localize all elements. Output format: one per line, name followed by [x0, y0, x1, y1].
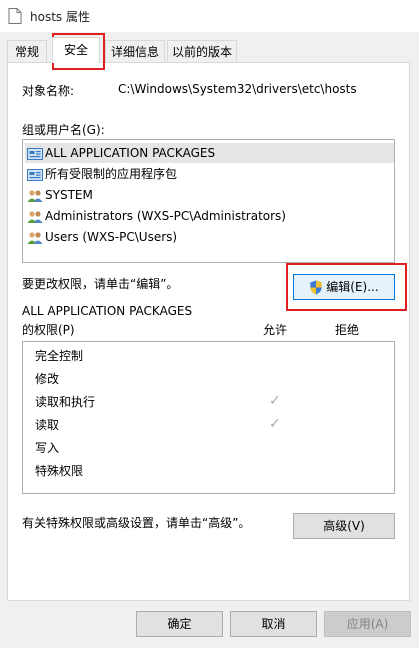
advanced-button[interactable]: 高级(V): [293, 513, 395, 539]
permissions-for-title: ALL APPLICATION PACKAGES: [22, 304, 193, 318]
edit-button[interactable]: 编辑(E)...: [293, 274, 395, 300]
users-listbox[interactable]: ALL APPLICATION PACKAGES 所有受限制的应用程序包 SYS…: [22, 139, 395, 263]
edit-button-label: 编辑(E)...: [326, 280, 379, 294]
permission-label: 写入: [35, 441, 60, 455]
app-package-icon: [27, 168, 43, 181]
permission-label: 读取和执行: [35, 395, 96, 409]
list-item[interactable]: ALL APPLICATION PACKAGES: [25, 143, 394, 163]
users-group-icon: [27, 189, 43, 202]
allow-checkmark-icon: ✓: [269, 416, 281, 432]
permission-row: 写入: [35, 438, 59, 458]
apply-button[interactable]: 应用(A): [324, 611, 411, 637]
cancel-button[interactable]: 取消: [230, 611, 317, 637]
list-item-label: 所有受限制的应用程序包: [45, 167, 178, 181]
tab-general[interactable]: 常规: [7, 40, 47, 62]
allow-column-header: 允许: [263, 323, 288, 337]
list-item-label: ALL APPLICATION PACKAGES: [45, 146, 216, 160]
allow-checkmark-icon: ✓: [269, 393, 281, 409]
uac-shield-icon: [310, 280, 322, 295]
advanced-settings-hint: 有关特殊权限或高级设置，请单击“高级”。: [22, 516, 251, 530]
app-package-icon: [27, 147, 43, 160]
list-item[interactable]: SYSTEM: [27, 185, 93, 205]
list-item[interactable]: 所有受限制的应用程序包: [27, 164, 177, 184]
list-item-label: Users (WXS-PC\Users): [45, 230, 178, 244]
deny-column-header: 拒绝: [335, 323, 360, 337]
permissions-listbox[interactable]: 完全控制 修改 读取和执行 读取 写入 特殊权限 ✓ ✓: [22, 341, 395, 494]
list-item-label: SYSTEM: [45, 188, 93, 202]
security-panel: 对象名称: C:\Windows\System32\drivers\etc\ho…: [7, 62, 410, 601]
permission-row: 特殊权限: [35, 461, 83, 481]
permission-row: 读取和执行: [35, 392, 95, 412]
permission-label: 修改: [35, 372, 60, 386]
list-item-label: Administrators (WXS-PC\Administrators): [45, 209, 286, 223]
file-icon: [8, 8, 22, 24]
permission-row: 读取: [35, 415, 59, 435]
permissions-for-subtitle: 的权限(P): [22, 323, 75, 337]
window-title: hosts 属性: [30, 10, 90, 24]
tab-previous-versions[interactable]: 以前的版本: [167, 40, 237, 62]
users-group-icon: [27, 231, 43, 244]
tab-details[interactable]: 详细信息: [105, 40, 165, 62]
users-group-icon: [27, 210, 43, 223]
change-permissions-hint: 要更改权限，请单击“编辑”。: [22, 277, 179, 291]
title-bar: hosts 属性: [0, 0, 419, 32]
permission-label: 特殊权限: [35, 464, 84, 478]
object-name-label: 对象名称:: [22, 84, 75, 98]
tab-security[interactable]: 安全: [52, 37, 100, 63]
group-label: 组或用户名(G):: [22, 123, 105, 137]
permission-label: 读取: [35, 418, 60, 432]
list-item[interactable]: Administrators (WXS-PC\Administrators): [27, 206, 286, 226]
list-item[interactable]: Users (WXS-PC\Users): [27, 227, 177, 247]
permission-row: 完全控制: [35, 346, 83, 366]
permission-row: 修改: [35, 369, 59, 389]
ok-button[interactable]: 确定: [136, 611, 223, 637]
permission-label: 完全控制: [35, 349, 84, 363]
object-name-value: C:\Windows\System32\drivers\etc\hosts: [118, 82, 357, 96]
